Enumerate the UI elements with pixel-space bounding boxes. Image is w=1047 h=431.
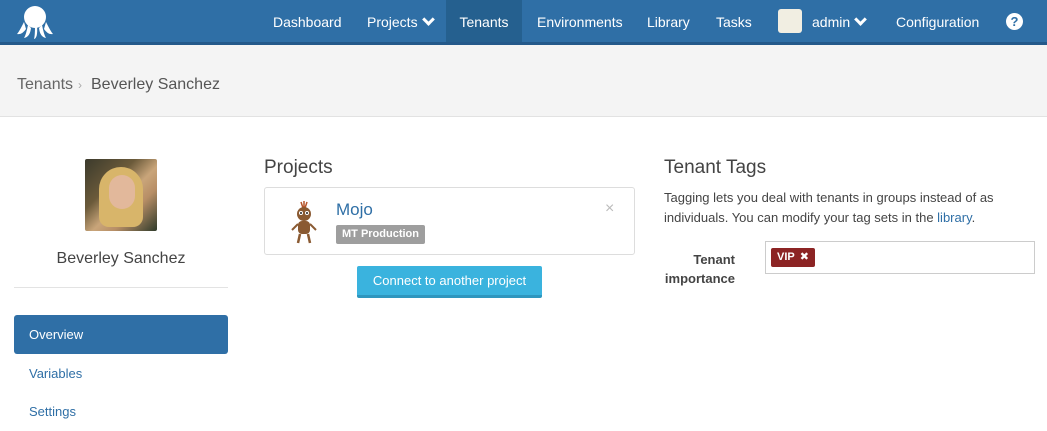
close-icon[interactable]: × xyxy=(605,200,614,218)
tag-field-label: Tenant importance xyxy=(664,252,735,286)
tag-input[interactable]: VIP ✖ xyxy=(765,241,1035,274)
library-link[interactable]: library xyxy=(937,210,971,225)
tenant-name: Beverley Sanchez xyxy=(56,250,186,267)
nav-user-menu[interactable]: admin xyxy=(778,0,868,42)
tenant-tags-heading: Tenant Tags xyxy=(664,157,767,178)
nav-library-label: Library xyxy=(647,14,690,30)
user-avatar xyxy=(778,9,802,34)
nav-projects[interactable]: Projects xyxy=(353,0,447,42)
tags-description-suffix: . xyxy=(971,210,976,225)
nav-user-label: admin xyxy=(812,14,851,30)
top-nav: Dashboard Projects Tenants Environments … xyxy=(0,0,1047,45)
nav-library[interactable]: Library xyxy=(633,0,704,42)
chevron-down-icon xyxy=(854,13,868,26)
nav-environments-label: Environments xyxy=(537,14,623,30)
project-card: Mojo MT Production × xyxy=(264,187,635,255)
sidebar-item-label: Settings xyxy=(29,404,76,419)
nav-dashboard-label: Dashboard xyxy=(273,14,342,30)
nav-projects-label: Projects xyxy=(367,14,418,30)
connect-project-button[interactable]: Connect to another project xyxy=(357,266,542,298)
nav-configuration[interactable]: Configuration xyxy=(882,0,993,42)
nav-tenants-label: Tenants xyxy=(459,14,509,30)
projects-heading: Projects xyxy=(264,157,333,178)
sidebar-item-settings[interactable]: Settings xyxy=(14,392,228,431)
nav-tasks[interactable]: Tasks xyxy=(702,0,766,42)
sidebar-item-overview[interactable]: Overview xyxy=(14,315,228,354)
sidebar-item-variables[interactable]: Variables xyxy=(14,354,228,393)
breadcrumb-current: Beverley Sanchez xyxy=(91,76,220,93)
tag-chip-label: VIP xyxy=(777,251,795,263)
nav-tasks-label: Tasks xyxy=(716,14,752,30)
avatar-face xyxy=(109,175,135,209)
nav-environments[interactable]: Environments xyxy=(523,0,637,42)
remove-tag-icon[interactable]: ✖ xyxy=(800,251,809,263)
tenant-tags-description: Tagging lets you deal with tenants in gr… xyxy=(664,188,1034,228)
nav-configuration-label: Configuration xyxy=(896,14,980,30)
project-name-link[interactable]: Mojo xyxy=(336,200,373,220)
sidebar-item-label: Variables xyxy=(29,366,83,381)
tag-chip-vip: VIP ✖ xyxy=(771,248,815,267)
divider xyxy=(14,287,228,288)
breadcrumb: Tenants › Beverley Sanchez xyxy=(0,45,1047,117)
nav-dashboard[interactable]: Dashboard xyxy=(259,0,356,42)
project-logo-icon xyxy=(291,201,317,244)
tenant-avatar xyxy=(85,159,157,231)
chevron-down-icon xyxy=(421,13,435,26)
breadcrumb-tenants[interactable]: Tenants xyxy=(17,76,73,94)
sidebar-item-label: Overview xyxy=(29,327,84,342)
breadcrumb-separator: › xyxy=(78,78,82,92)
environment-badge: MT Production xyxy=(336,225,425,244)
nav-tenants[interactable]: Tenants xyxy=(446,0,522,42)
help-icon[interactable]: ? xyxy=(1006,13,1023,30)
